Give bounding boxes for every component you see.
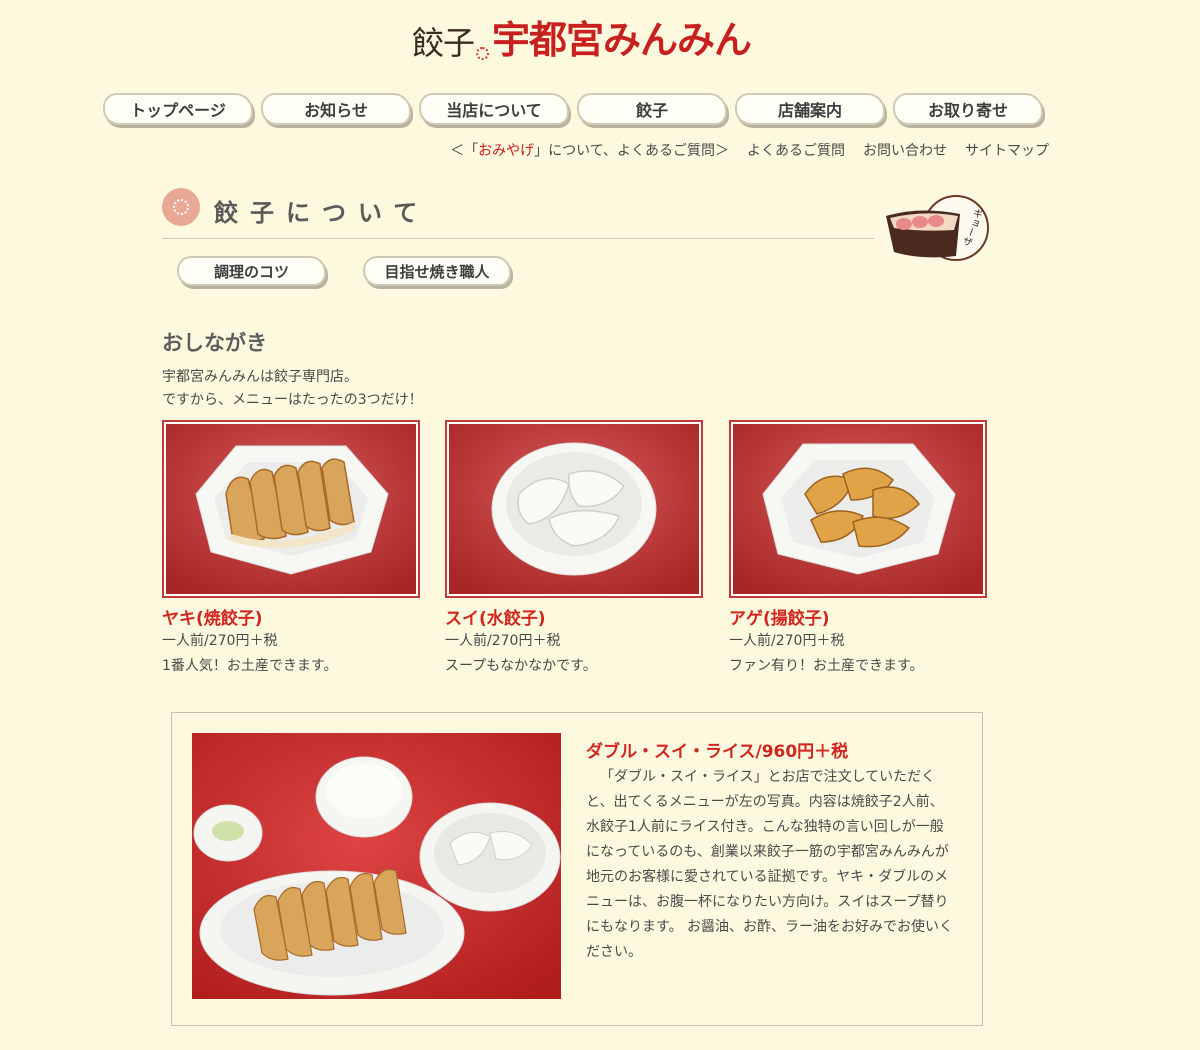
sub-nav: ＜「おみやげ」について、よくあるご質問＞ よくあるご質問 お問い合わせ サイトマ… xyxy=(450,140,1049,160)
age-gyoza-photo xyxy=(729,420,987,598)
yaki-note: 1番人気！お土産できます。 xyxy=(162,658,338,674)
omiyage-suffix: 」について、よくあるご質問＞ xyxy=(534,143,729,159)
intro-line-2: ですから、メニューはたったの3つだけ！ xyxy=(162,392,423,408)
menu-item-sui: スイ(水餃子) 一人前/270円＋税 スープもなかなかです。 xyxy=(445,420,703,679)
nav-about[interactable]: 当店について xyxy=(419,93,569,125)
age-price: 一人前/270円＋税 xyxy=(729,633,845,649)
sui-name: スイ(水餃子) xyxy=(445,609,546,629)
combo-description: 「ダブル・スイ・ライス」とお店で注文していただくと、出てくるメニューが左の写真。… xyxy=(586,769,954,960)
menu-item-yaki: ヤキ(焼餃子) 一人前/270円＋税 1番人気！お土産できます。 xyxy=(162,420,420,679)
age-note: ファン有り！お土産できます。 xyxy=(729,658,924,674)
nav-shops[interactable]: 店舗案内 xyxy=(735,93,885,125)
nav-gyoza[interactable]: 餃子 xyxy=(577,93,727,125)
sitemap-link[interactable]: サイトマップ xyxy=(965,140,1049,160)
title-divider xyxy=(162,238,874,239)
combo-title: ダブル・スイ・ライス/960円＋税 xyxy=(586,742,849,762)
menu-item-age: アゲ(揚餃子) 一人前/270円＋税 ファン有り！お土産できます。 xyxy=(729,420,987,679)
sui-gyoza-photo xyxy=(445,420,703,598)
age-name: アゲ(揚餃子) xyxy=(729,609,830,629)
faq-link[interactable]: よくあるご質問 xyxy=(747,140,845,160)
site-logo[interactable]: 餃子 宇都宮みんみん xyxy=(412,14,752,64)
omiyage-faq-link[interactable]: ＜「おみやげ」について、よくあるご質問＞ xyxy=(450,140,729,160)
nav-top[interactable]: トップページ xyxy=(103,93,253,125)
sui-note: スープもなかなかです。 xyxy=(445,658,597,674)
nav-order[interactable]: お取り寄せ xyxy=(893,93,1043,125)
tab-cooking-tips[interactable]: 調理のコツ xyxy=(177,256,326,286)
yaki-name: ヤキ(焼餃子) xyxy=(162,609,263,629)
sui-price: 一人前/270円＋税 xyxy=(445,633,561,649)
yaki-gyoza-photo xyxy=(162,420,420,598)
logo-title: 宇都宮みんみん xyxy=(492,17,752,62)
gyoza-mascot-icon: ギョーザ xyxy=(886,195,989,261)
tab-master-chef[interactable]: 目指せ焼き職人 xyxy=(363,256,511,286)
yaki-price: 一人前/270円＋税 xyxy=(162,633,278,649)
section-flower-icon xyxy=(162,188,200,226)
menu-intro: 宇都宮みんみんは餃子専門店。 ですから、メニューはたったの3つだけ！ xyxy=(162,366,423,412)
main-nav: トップページ お知らせ 当店について 餃子 店舗案内 お取り寄せ xyxy=(103,93,1043,125)
intro-line-1: 宇都宮みんみんは餃子専門店。 xyxy=(162,369,358,385)
combo-set-photo xyxy=(192,733,561,999)
omiyage-highlight: おみやげ xyxy=(478,143,535,159)
omiyage-prefix: ＜「 xyxy=(450,143,479,159)
logo-flower-icon xyxy=(476,47,490,60)
logo-subtitle: 餃子 xyxy=(412,24,475,62)
nav-news[interactable]: お知らせ xyxy=(261,93,411,125)
menu-heading: おしながき xyxy=(162,331,267,355)
contact-link[interactable]: お問い合わせ xyxy=(863,140,947,160)
page-title: 餃子について xyxy=(214,199,430,227)
combo-set-box: ダブル・スイ・ライス/960円＋税 「ダブル・スイ・ライス」とお店で注文していた… xyxy=(171,712,983,1026)
